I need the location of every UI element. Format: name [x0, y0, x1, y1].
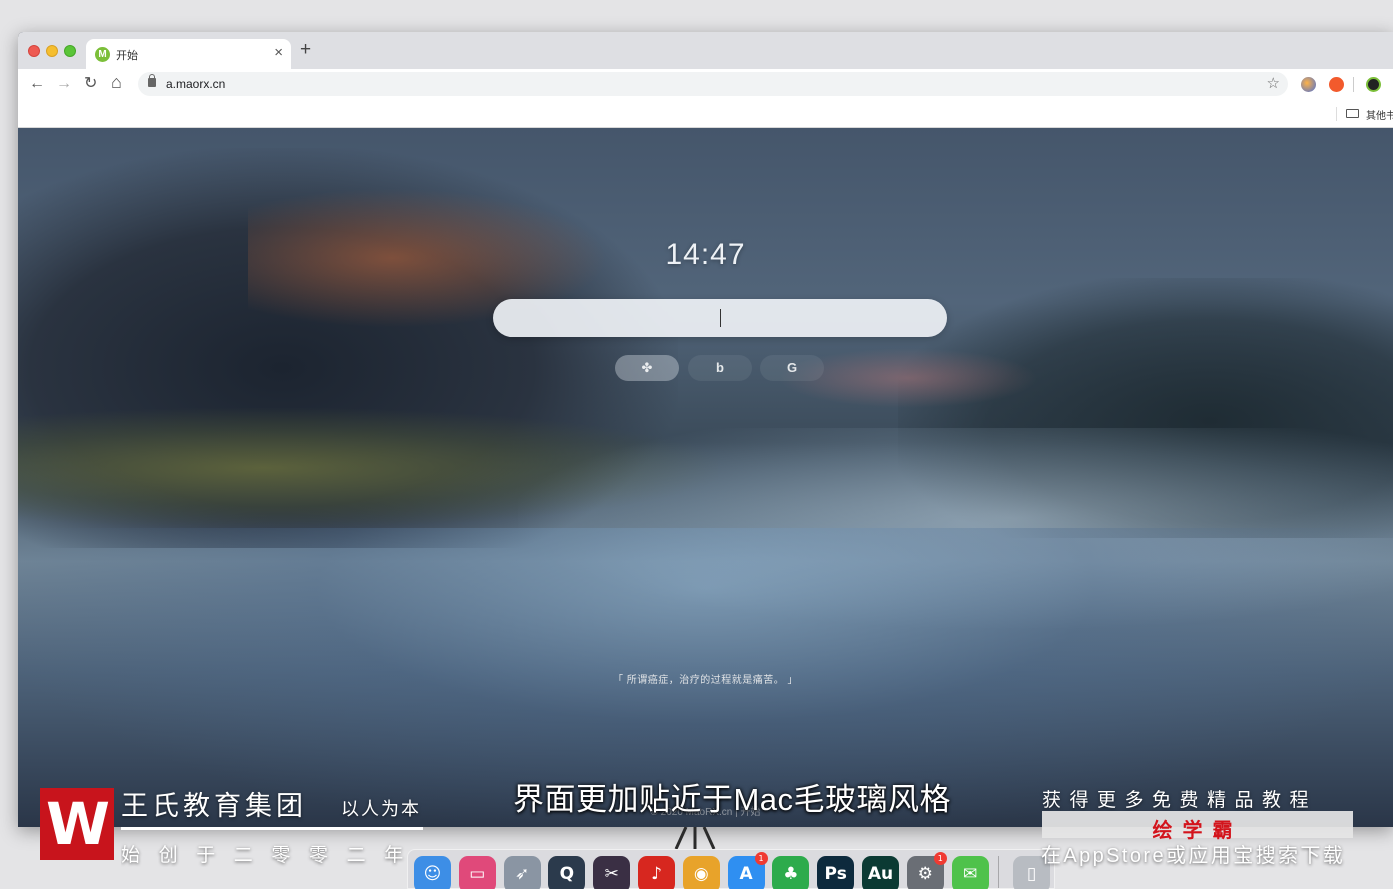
zoom-window-button[interactable]: [64, 45, 76, 57]
home-icon[interactable]: ⌂: [111, 72, 122, 92]
tab-title: 开始: [116, 50, 138, 62]
netease-music-dock-icon[interactable]: ♪: [638, 856, 675, 889]
google-engine-button[interactable]: G: [760, 355, 824, 381]
wechat-dock-icon[interactable]: ✉: [951, 856, 989, 889]
brand-since: 始创于二零零二年: [121, 845, 422, 866]
extension-firefox-icon[interactable]: [1301, 77, 1316, 92]
photoshop-dock-icon[interactable]: Ps: [817, 856, 855, 889]
tab-favicon-icon: M: [95, 47, 110, 62]
url-text: a.maorx.cn: [166, 77, 226, 91]
promo-band: 绘学霸: [1042, 811, 1353, 842]
browser-window: M 开始 × + ← → ↻ ⌂ a.maorx.cn ☆ 其他书签 14: [18, 32, 1393, 827]
bookmarks-divider: [1336, 107, 1337, 121]
tab-start[interactable]: M 开始 ×: [86, 39, 291, 69]
address-bar[interactable]: a.maorx.cn ☆: [138, 72, 1288, 96]
cleanmymac-dock-icon[interactable]: ▭: [458, 856, 496, 889]
clock: 14:47: [665, 238, 746, 271]
audition-dock-icon[interactable]: Au: [862, 856, 899, 889]
chrome-dock-icon[interactable]: ◉: [682, 856, 720, 889]
brand-divider: [121, 827, 423, 830]
promo-download-hint: 在AppStore或应用宝搜索下载: [1041, 845, 1346, 867]
profile-avatar[interactable]: [1366, 77, 1381, 92]
dock: ☺ ▭ ➶ Q ✂ ♪ ◉ A 1 ♣ Ps Au ⚙ 1 ✉ ▯: [407, 849, 1055, 889]
baidu-engine-button[interactable]: ✤: [615, 355, 679, 381]
new-tab-button[interactable]: +: [300, 40, 311, 60]
launchpad-dock-icon[interactable]: ➶: [503, 856, 541, 889]
browser-toolbar: ← → ↻ ⌂ a.maorx.cn ☆: [18, 69, 1393, 99]
forward-icon[interactable]: →: [56, 74, 72, 94]
reload-icon[interactable]: ↻: [84, 74, 97, 94]
promo-headline: 获得更多免费精品教程: [1042, 790, 1318, 811]
easel-stand-icon: [674, 827, 716, 849]
notification-badge: 1: [754, 852, 768, 865]
final-cut-dock-icon[interactable]: ✂: [593, 856, 631, 889]
daily-quote: 「 所谓癌症，治疗的过程就是痛苦。 」: [612, 675, 799, 686]
minimize-window-button[interactable]: [46, 45, 58, 57]
search-input[interactable]: [493, 299, 947, 337]
bing-engine-button[interactable]: b: [688, 355, 752, 381]
close-tab-icon[interactable]: ×: [274, 44, 283, 62]
dock-divider: [998, 856, 999, 888]
system-preferences-dock-icon[interactable]: ⚙ 1: [906, 852, 947, 889]
folder-icon: [1346, 109, 1359, 118]
other-bookmarks-folder[interactable]: 其他书签: [1366, 107, 1393, 122]
bookmark-star-icon[interactable]: ☆: [1267, 74, 1280, 92]
bookmarks-bar: 其他书签: [18, 99, 1393, 128]
tab-strip: M 开始 × +: [18, 32, 1393, 69]
new-tab-page: 14:47 ✤ b G 「 所谓癌症，治疗的过程就是痛苦。 」 © 2020 M…: [18, 128, 1393, 827]
close-window-button[interactable]: [28, 45, 40, 57]
extension-infinity-icon[interactable]: [1329, 77, 1344, 92]
app-store-dock-icon[interactable]: A1: [727, 852, 768, 889]
quicktime-dock-icon[interactable]: Q: [548, 856, 586, 889]
notification-badge: 1: [933, 852, 947, 865]
text-caret: [720, 309, 721, 327]
lock-icon: [148, 74, 156, 87]
toolbar-divider: [1353, 77, 1354, 92]
back-icon[interactable]: ←: [29, 74, 45, 94]
evernote-dock-icon[interactable]: ♣: [772, 856, 810, 889]
